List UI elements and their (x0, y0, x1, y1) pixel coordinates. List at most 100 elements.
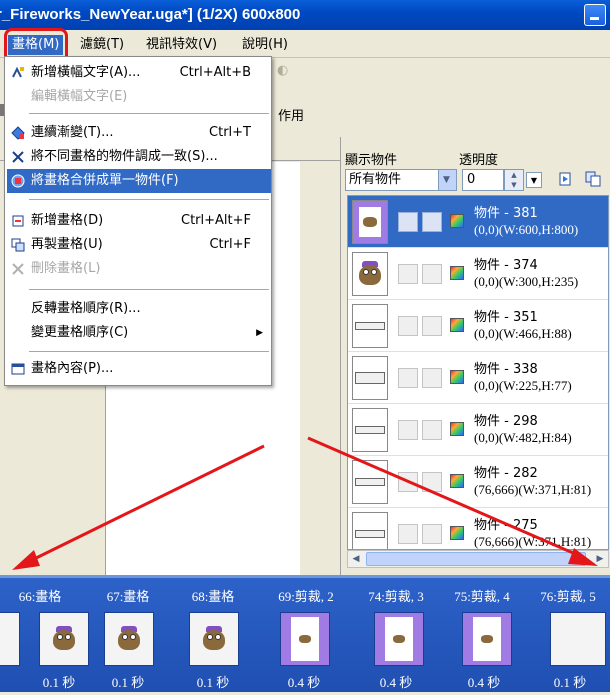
object-geometry: (0,0)(W:225,H:77) (474, 378, 572, 393)
visibility-toggle[interactable] (398, 264, 418, 284)
object-name: 物件 - 282 (474, 466, 538, 481)
visibility-toggle[interactable] (398, 420, 418, 440)
visibility-toggle[interactable] (398, 212, 418, 232)
frame-thumbnail (374, 612, 424, 666)
object-list[interactable]: 物件 - 381 (0,0)(W:600,H:800) 物件 - 374 (0,… (347, 195, 609, 550)
frame-item[interactable]: 0.1 秒 (3, 578, 89, 695)
object-row[interactable]: 物件 - 338 (0,0)(W:225,H:77) (348, 352, 608, 404)
frame-thumbnail (104, 612, 154, 666)
merge-frames-icon (11, 174, 25, 188)
frame-item[interactable]: 75:剪裁, 4 0.4 秒 (442, 578, 522, 695)
scroll-right-icon[interactable]: ▶ (592, 552, 608, 566)
object-type-icon (450, 318, 464, 332)
horizontal-scrollbar[interactable]: ◀ ▶ (347, 550, 609, 568)
menu-item-duplicate-frame[interactable]: 再製畫格(U) Ctrl+F (7, 233, 271, 257)
menu-item-tween[interactable]: 連續漸變(T)... Ctrl+T (7, 121, 271, 145)
frames-strip: 66:畫格 0.1 秒 67:畫格 0.1 秒 68:畫格 0.1 秒 69:剪… (0, 575, 610, 692)
menu-separator (29, 113, 269, 114)
object-type-icon (450, 370, 464, 384)
frame-item[interactable]: 69:剪裁, 2 0.4 秒 (266, 578, 346, 695)
frame-label: 76:剪裁, 5 (540, 589, 596, 604)
object-thumbnail (352, 304, 388, 348)
lock-toggle[interactable] (422, 524, 442, 544)
frame-item[interactable]: 76:剪裁, 5 0.1 秒 (528, 578, 608, 695)
lock-toggle[interactable] (422, 212, 442, 232)
frame-label: 75:剪裁, 4 (454, 589, 510, 604)
tween-icon (11, 126, 25, 140)
opacity-input[interactable]: 0 (462, 169, 504, 191)
chevron-down-icon[interactable] (438, 170, 456, 190)
object-type-icon (450, 214, 464, 228)
object-thumbnail (352, 200, 388, 244)
lock-toggle[interactable] (422, 472, 442, 492)
scrollbar-thumb[interactable] (366, 552, 586, 566)
lock-toggle[interactable] (422, 264, 442, 284)
frame-duration: 0.1 秒 (553, 675, 587, 690)
visibility-toggle[interactable] (398, 524, 418, 544)
object-geometry: (76,666)(W:371,H:81) (474, 534, 592, 549)
menu-video-effects[interactable]: 視訊特效(V) (142, 35, 221, 55)
object-row[interactable]: 物件 - 351 (0,0)(W:466,H:88) (348, 300, 608, 352)
menu-item-align-objects[interactable]: 將不同畫格的物件調成一致(S)... (7, 145, 271, 169)
object-row[interactable]: 物件 - 381 (0,0)(W:600,H:800) (348, 196, 608, 248)
menu-item-new-frame[interactable]: 新增畫格(D) Ctrl+Alt+F (7, 209, 271, 233)
frame-label: 67:畫格 (106, 589, 150, 604)
object-geometry: (0,0)(W:466,H:88) (474, 326, 572, 341)
frame-thumbnail (189, 612, 239, 666)
align-objects-icon (12, 151, 24, 163)
object-filter-select[interactable]: 所有物件 (345, 169, 457, 191)
frame-thumbnail (39, 612, 89, 666)
menu-item-edit-banner-text[interactable]: 編輯橫幅文字(E) (7, 85, 271, 109)
frame-menu-dropdown: 新增橫幅文字(A)... Ctrl+Alt+B 編輯橫幅文字(E) 連續漸變(T… (4, 56, 272, 386)
menu-help[interactable]: 說明(H) (238, 35, 292, 55)
menu-item-frame-properties[interactable]: 畫格內容(P)... (7, 357, 271, 381)
visibility-toggle[interactable] (398, 316, 418, 336)
menu-item-merge-frames[interactable]: 將畫格合併成單一物件(F) (7, 169, 271, 193)
lock-toggle[interactable] (422, 368, 442, 388)
menu-filter[interactable]: 濾鏡(T) (76, 35, 128, 55)
frame-label: 74:剪裁, 3 (368, 589, 424, 604)
object-thumbnail (352, 252, 388, 296)
duplicate-frame-icon (11, 238, 25, 252)
minimize-button[interactable] (584, 4, 606, 26)
object-row[interactable]: 物件 - 282 (76,666)(W:371,H:81) (348, 456, 608, 508)
object-name: 物件 - 275 (474, 518, 538, 533)
menu-item-add-banner-text[interactable]: 新增橫幅文字(A)... Ctrl+Alt+B (7, 61, 271, 85)
opacity-dropdown-button[interactable]: ▼ (526, 172, 542, 188)
object-thumbnail (352, 356, 388, 400)
toolbar-text: 作用 (278, 109, 305, 124)
frame-duration: 0.4 秒 (379, 675, 413, 690)
object-geometry: (76,666)(W:371,H:81) (474, 482, 592, 497)
lock-toggle[interactable] (422, 316, 442, 336)
spin-up-icon[interactable]: ▲ (505, 170, 523, 180)
object-geometry: (0,0)(W:300,H:235) (474, 274, 579, 289)
scroll-left-icon[interactable]: ◀ (348, 552, 364, 566)
menu-separator (29, 351, 269, 352)
object-thumbnail (352, 408, 388, 452)
frame-item[interactable]: 67:畫格 0.1 秒 (88, 578, 168, 695)
new-object-icon[interactable] (557, 171, 573, 187)
frame-label: 68:畫格 (191, 589, 235, 604)
title-bar: r_Fireworks_NewYear.uga*] (1/2X) 600x800 (0, 0, 610, 30)
copy-object-icon[interactable] (585, 171, 601, 187)
frame-duration: 0.1 秒 (111, 675, 145, 690)
lock-toggle[interactable] (422, 420, 442, 440)
frame-duration: 0.1 秒 (42, 675, 76, 690)
spin-down-icon[interactable]: ▼ (505, 180, 523, 190)
visibility-toggle[interactable] (398, 368, 418, 388)
object-row[interactable]: 物件 - 374 (0,0)(W:300,H:235) (348, 248, 608, 300)
object-type-icon (450, 422, 464, 436)
visibility-toggle[interactable] (398, 472, 418, 492)
object-row[interactable]: 物件 - 275 (76,666)(W:371,H:81) (348, 508, 608, 549)
menu-item-reverse-frames[interactable]: 反轉畫格順序(R)... (7, 297, 271, 321)
submenu-arrow-icon: ▶ (256, 328, 263, 338)
frame-item[interactable]: 68:畫格 0.1 秒 (173, 578, 253, 695)
frame-item[interactable]: 74:剪裁, 3 0.4 秒 (356, 578, 436, 695)
menu-item-delete-frame[interactable]: 刪除畫格(L) (7, 257, 271, 281)
objects-panel: 顯示物件 透明度 所有物件 0 ▲ ▼ ▼ 物件 - 381 (0,0)(W:6… (340, 137, 610, 575)
object-type-icon (450, 526, 464, 540)
object-name: 物件 - 381 (474, 206, 538, 221)
object-row[interactable]: 物件 - 298 (0,0)(W:482,H:84) (348, 404, 608, 456)
menu-item-change-frame-order[interactable]: 變更畫格順序(C) ▶ (7, 321, 271, 345)
opacity-spinner[interactable]: ▲ ▼ (504, 169, 524, 191)
